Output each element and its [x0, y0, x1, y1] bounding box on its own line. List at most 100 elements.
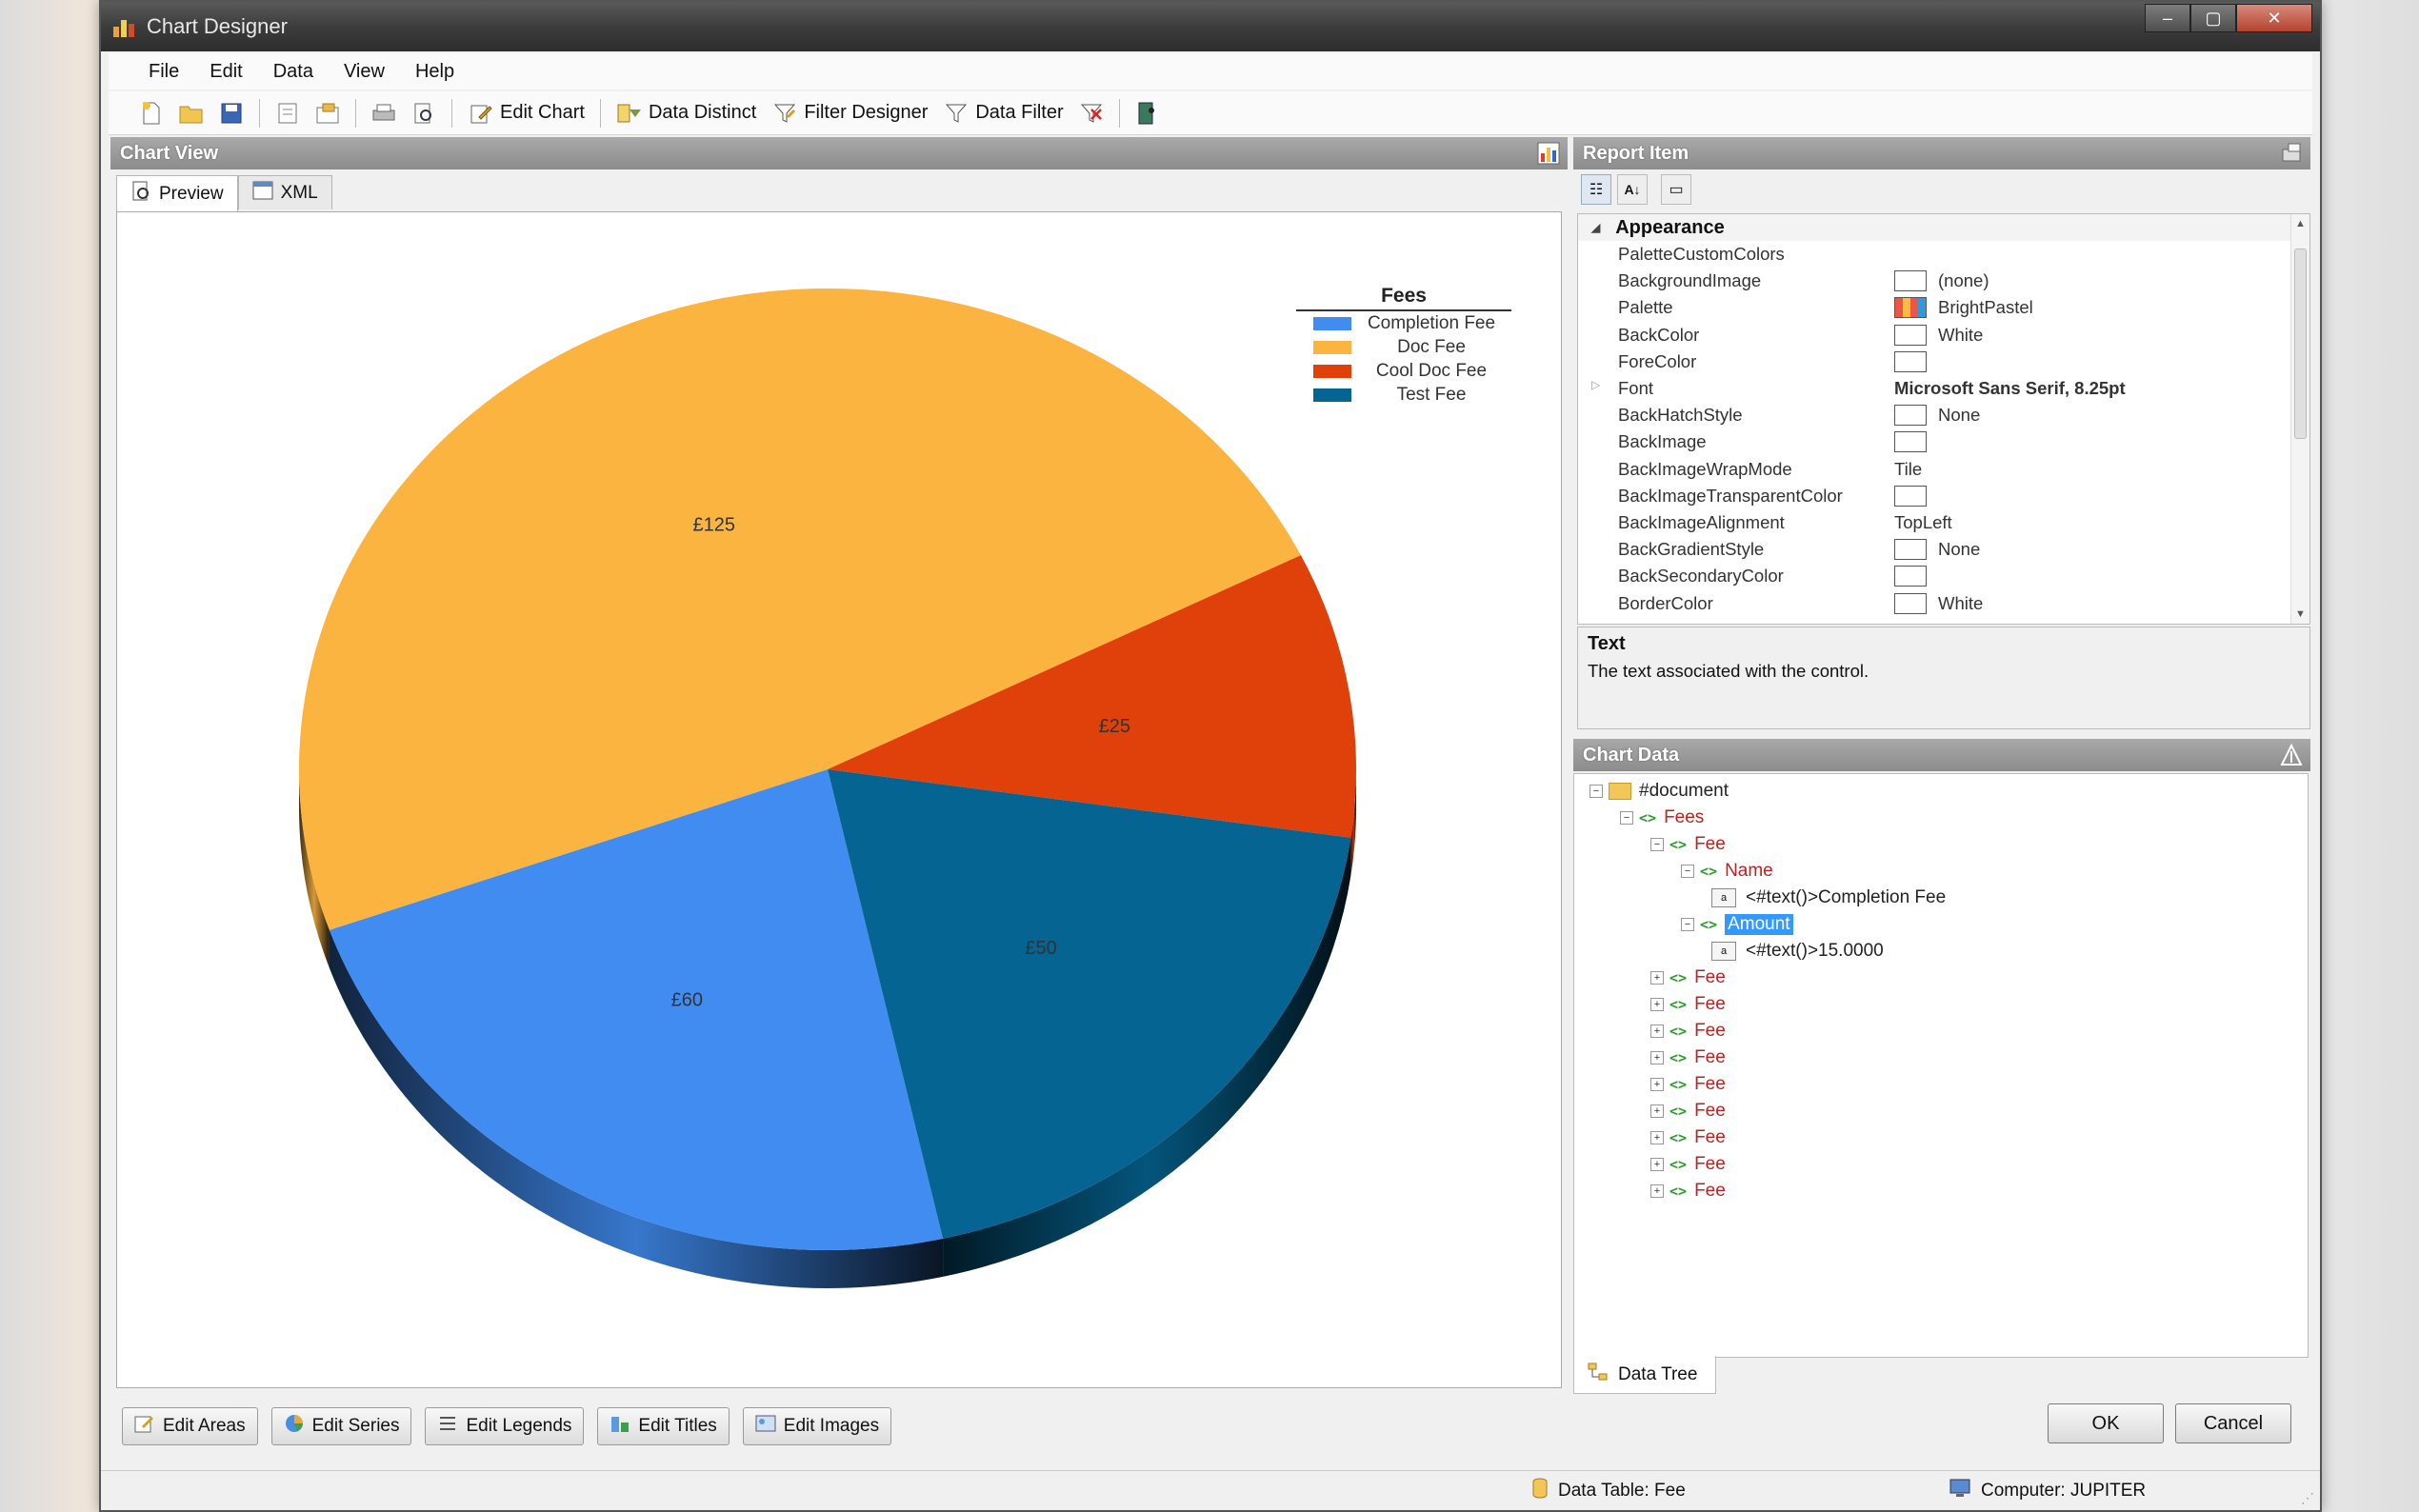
scroll-up-icon[interactable]: ▲ [2295, 218, 2306, 229]
tree-node-amount[interactable]: − <> Amount [1681, 911, 1793, 938]
tab-data-tree[interactable]: Data Tree [1573, 1356, 1716, 1394]
edit-images-button[interactable]: Edit Images [742, 1407, 892, 1445]
collapse-triangle-icon[interactable]: ◢ [1591, 221, 1600, 234]
expand-icon[interactable]: + [1650, 1158, 1664, 1171]
expand-icon[interactable]: + [1650, 1184, 1664, 1198]
menu-data[interactable]: Data [258, 61, 329, 83]
property-pages-icon[interactable]: ▭ [1661, 174, 1691, 205]
tree-node-name-text[interactable]: a <#text()>Completion Fee [1711, 885, 1946, 911]
tree-node-fee[interactable]: + <> Fee [1650, 1018, 1726, 1044]
property-value[interactable]: White [1883, 592, 2309, 614]
property-row[interactable]: BackImageAlignment TopLeft [1578, 509, 2309, 536]
layout-icon[interactable] [314, 100, 341, 127]
tree-settings-icon[interactable] [2280, 743, 2303, 766]
property-row[interactable]: BackColor White [1578, 322, 2309, 348]
expand-icon[interactable]: + [1650, 1078, 1664, 1091]
property-scrollbar[interactable]: ▲ ▼ [2290, 214, 2309, 624]
expand-icon[interactable]: + [1650, 1025, 1664, 1038]
property-value[interactable]: None [1883, 539, 2309, 561]
tree-node-amount-text[interactable]: a <#text()>15.0000 [1711, 938, 1884, 965]
tab-preview[interactable]: Preview [116, 175, 238, 211]
property-row[interactable]: BackSecondaryColor [1578, 563, 2309, 589]
tree-node-document[interactable]: − #document [1589, 778, 1729, 805]
maximize-button[interactable]: ▢ [2190, 4, 2236, 32]
property-row[interactable]: ▷ Font Microsoft Sans Serif, 8.25pt [1578, 375, 2309, 402]
expand-icon[interactable]: + [1650, 1131, 1664, 1144]
property-value[interactable] [1883, 485, 2309, 507]
tree-node-fee[interactable]: + <> Fee [1650, 1044, 1726, 1071]
property-value[interactable]: (none) [1883, 270, 2309, 292]
property-row[interactable]: BackImage [1578, 428, 2309, 455]
tree-node-fee[interactable]: + <> Fee [1650, 1071, 1726, 1098]
properties-icon[interactable] [274, 100, 301, 127]
tree-node-fee[interactable]: + <> Fee [1650, 1151, 1726, 1178]
expand-icon[interactable]: + [1650, 1104, 1664, 1118]
exit-icon[interactable] [1134, 100, 1161, 127]
property-value[interactable] [1883, 566, 2309, 587]
property-row[interactable]: BorderColor White [1578, 589, 2309, 616]
cancel-button[interactable]: Cancel [2175, 1403, 2291, 1443]
menu-view[interactable]: View [329, 61, 400, 83]
menu-file[interactable]: File [133, 61, 194, 83]
minimize-button[interactable]: – [2145, 4, 2190, 32]
tree-node-fee[interactable]: − <> Fee [1650, 831, 1726, 858]
data-distinct-button[interactable]: Data Distinct [616, 100, 756, 127]
property-row[interactable]: Palette BrightPastel [1578, 294, 2309, 321]
tree-node-fee[interactable]: + <> Fee [1650, 1178, 1726, 1204]
new-file-icon[interactable] [138, 100, 165, 127]
expand-icon[interactable]: + [1650, 998, 1664, 1011]
edit-legends-button[interactable]: Edit Legends [425, 1407, 585, 1445]
property-value[interactable] [1883, 350, 2309, 372]
property-value[interactable]: None [1883, 405, 2309, 427]
tree-node-fee[interactable]: + <> Fee [1650, 1124, 1726, 1151]
property-value[interactable]: TopLeft [1883, 512, 2309, 533]
tab-xml[interactable]: XML [237, 175, 332, 209]
clear-filter-icon[interactable] [1078, 100, 1105, 127]
save-icon[interactable] [218, 100, 245, 127]
expand-icon[interactable]: + [1650, 1051, 1664, 1064]
categorized-icon[interactable]: ☷ [1581, 174, 1611, 205]
property-row[interactable]: BackImageWrapMode Tile [1578, 456, 2309, 483]
sort-alphabetical-icon[interactable]: A↓ [1617, 174, 1648, 205]
tree-node-fee[interactable]: + <> Fee [1650, 991, 1726, 1018]
edit-chart-button[interactable]: Edit Chart [468, 100, 585, 127]
ok-button[interactable]: OK [2048, 1403, 2164, 1443]
expand-icon[interactable]: ▷ [1591, 378, 1600, 391]
edit-titles-button[interactable]: Edit Titles [597, 1407, 730, 1445]
property-row[interactable]: BackGradientStyle None [1578, 536, 2309, 563]
open-folder-icon[interactable] [178, 100, 205, 127]
collapse-icon[interactable]: − [1681, 918, 1694, 931]
print-preview-icon[interactable] [410, 100, 437, 127]
data-filter-button[interactable]: Data Filter [943, 100, 1064, 127]
edit-areas-button[interactable]: Edit Areas [122, 1407, 258, 1445]
collapse-icon[interactable]: − [1589, 785, 1603, 798]
collapse-icon[interactable]: − [1620, 811, 1633, 825]
property-value[interactable]: White [1883, 324, 2309, 346]
property-value[interactable]: Tile [1883, 459, 2309, 480]
resize-grip-icon[interactable]: ⋰ [2301, 1490, 2314, 1506]
property-row[interactable]: BackgroundImage (none) [1578, 268, 2309, 294]
pin-icon[interactable] [2280, 142, 2303, 165]
property-value[interactable]: Microsoft Sans Serif, 8.25pt [1883, 378, 2309, 399]
chart-panel-icon[interactable] [1537, 142, 1560, 165]
collapse-icon[interactable]: − [1681, 865, 1694, 878]
print-icon[interactable] [370, 100, 397, 127]
tree-node-fee[interactable]: + <> Fee [1650, 1098, 1726, 1124]
property-value[interactable]: BrightPastel [1883, 297, 2309, 319]
expand-icon[interactable]: + [1650, 971, 1664, 985]
property-row[interactable]: BackHatchStyle None [1578, 402, 2309, 428]
tree-node-name[interactable]: − <> Name [1681, 858, 1773, 885]
collapse-icon[interactable]: − [1650, 838, 1664, 851]
scroll-thumb[interactable] [2294, 249, 2307, 439]
edit-series-button[interactable]: Edit Series [270, 1407, 412, 1445]
title-bar[interactable]: Chart Designer – ▢ ✕ [101, 2, 2320, 51]
property-value[interactable] [1883, 431, 2309, 453]
menu-edit[interactable]: Edit [194, 61, 257, 83]
close-button[interactable]: ✕ [2236, 4, 2312, 32]
tree-node-fee[interactable]: + <> Fee [1650, 965, 1726, 991]
property-row[interactable]: PaletteCustomColors [1578, 241, 2309, 268]
scroll-down-icon[interactable]: ▼ [2295, 608, 2306, 620]
property-row[interactable]: BackImageTransparentColor [1578, 483, 2309, 509]
property-row[interactable]: ForeColor [1578, 348, 2309, 375]
tree-node-fees[interactable]: − <> Fees [1620, 805, 1704, 831]
